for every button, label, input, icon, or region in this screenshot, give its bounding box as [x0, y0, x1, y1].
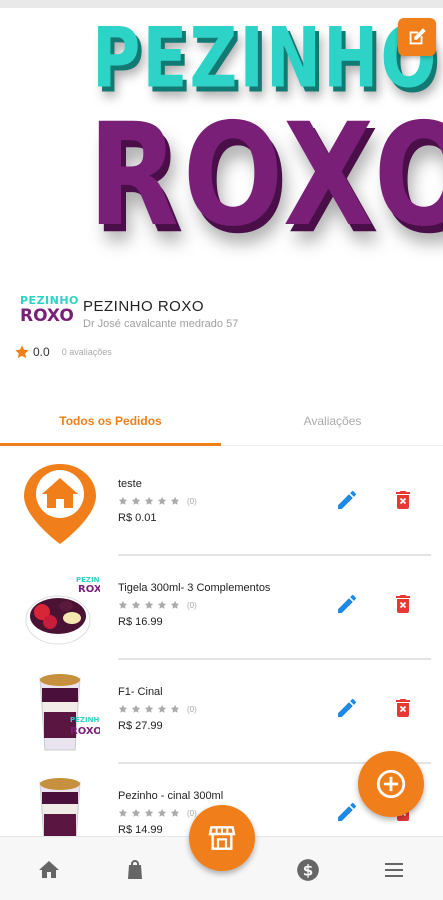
product-price: R$ 27.99: [118, 720, 163, 732]
nav-orders[interactable]: [122, 857, 148, 883]
store-rating-count: 0 avaliações: [61, 347, 112, 357]
star-icon: [157, 600, 167, 609]
edit-product-button[interactable]: [335, 696, 359, 720]
list-item[interactable]: PEZINHO ROXO F1- Cinal (0) R$ 27.99: [0, 660, 443, 764]
product-thumbnail: PEZINHO ROXO: [20, 670, 105, 754]
product-name: Tigela 300ml- 3 Complementos: [118, 582, 271, 594]
trash-icon: [396, 491, 410, 509]
svg-text:ROXO: ROXO: [70, 726, 100, 737]
star-icon: [157, 808, 167, 817]
product-thumbnail: PEZINHO ROXO: [20, 566, 111, 650]
star-icon: [170, 704, 180, 713]
edit-product-button[interactable]: [335, 592, 359, 616]
store-icon: [208, 826, 236, 850]
product-rating: (0): [118, 704, 197, 714]
nav-home[interactable]: [36, 857, 62, 883]
star-icon: [118, 808, 128, 817]
pencil-icon: [338, 699, 356, 717]
add-circle-icon: [376, 769, 406, 799]
store-banner: PEZINHO ROXO: [0, 0, 443, 280]
star-icon: [170, 496, 180, 505]
star-icon: [144, 600, 154, 609]
star-icon: [131, 808, 141, 817]
product-price: R$ 14.99: [118, 824, 163, 836]
product-rating-count: (0): [187, 496, 197, 506]
add-product-button[interactable]: [358, 751, 424, 817]
acai-bowl-image: PEZINHO ROXO: [25, 576, 111, 645]
dollar-icon: $: [297, 859, 319, 881]
product-rating: (0): [118, 600, 197, 610]
home-icon: [39, 861, 59, 878]
tab-all-orders[interactable]: Todos os Pedidos: [0, 398, 221, 446]
delete-product-button[interactable]: [391, 592, 415, 616]
product-rating: (0): [118, 496, 197, 506]
product-price: R$ 16.99: [118, 616, 163, 628]
list-item[interactable]: PEZINHO ROXO Tigela 300ml- 3 Complemento…: [0, 556, 443, 660]
star-icon: [170, 600, 180, 609]
nav-finance[interactable]: $: [295, 857, 321, 883]
menu-icon: [385, 863, 403, 877]
trash-icon: [396, 595, 410, 613]
store-name: PEZINHO ROXO: [83, 298, 205, 315]
star-icon: [157, 704, 167, 713]
home-pin-icon: [24, 464, 96, 544]
store-logo: PEZINHO ROXO: [20, 294, 78, 336]
list-item[interactable]: teste (0) R$ 0.01: [0, 452, 443, 556]
star-icon: [15, 345, 29, 359]
tab-bar: Todos os Pedidos Avaliações: [0, 398, 443, 446]
tab-reviews[interactable]: Avaliações: [222, 398, 443, 444]
status-bar: [0, 0, 443, 8]
pencil-icon: [338, 491, 356, 509]
product-rating-count: (0): [187, 808, 197, 818]
star-icon: [118, 496, 128, 505]
star-icon: [118, 600, 128, 609]
star-icon: [157, 496, 167, 505]
delete-product-button[interactable]: [391, 696, 415, 720]
store-rating: 0.0 0 avaliações: [14, 344, 112, 360]
store-rating-value: 0.0: [33, 345, 50, 359]
product-rating: (0): [118, 808, 197, 818]
edit-product-button[interactable]: [335, 488, 359, 512]
store-logo-line2: ROXO: [20, 306, 74, 326]
banner-logo-line2: ROXO: [88, 92, 443, 258]
star-icon: [144, 808, 154, 817]
store-info: PEZINHO ROXO PEZINHO ROXO Dr José cavalc…: [15, 292, 430, 372]
pencil-icon: [338, 595, 356, 613]
trash-icon: [396, 699, 410, 717]
svg-text:ROXO: ROXO: [78, 584, 100, 595]
star-icon: [118, 704, 128, 713]
star-icon: [144, 496, 154, 505]
pencil-icon: [338, 803, 356, 821]
acai-cup-image: PEZINHO ROXO: [39, 674, 105, 751]
delete-product-button[interactable]: [391, 488, 415, 512]
product-rating-count: (0): [187, 600, 197, 610]
product-rating-count: (0): [187, 704, 197, 714]
product-thumbnail: [20, 462, 100, 546]
svg-text:PEZINHO: PEZINHO: [70, 716, 100, 724]
svg-text:$: $: [303, 861, 314, 879]
edit-store-button[interactable]: [398, 18, 436, 56]
star-icon: [144, 704, 154, 713]
store-button[interactable]: [189, 805, 255, 871]
svg-text:PEZINHO: PEZINHO: [76, 576, 100, 584]
star-icon: [131, 496, 141, 505]
product-name: teste: [118, 478, 142, 490]
star-icon: [131, 600, 141, 609]
star-icon: [170, 808, 180, 817]
nav-menu[interactable]: [381, 857, 407, 883]
product-name: Pezinho - cinal 300ml: [118, 790, 224, 802]
product-price: R$ 0.01: [118, 512, 157, 524]
product-name: F1- Cinal: [118, 686, 163, 698]
edit-product-button[interactable]: [335, 800, 359, 824]
edit-square-icon: [409, 28, 426, 45]
shopping-bag-icon: [128, 860, 142, 879]
star-icon: [131, 704, 141, 713]
store-address: Dr José cavalcante medrado 57: [83, 318, 239, 330]
